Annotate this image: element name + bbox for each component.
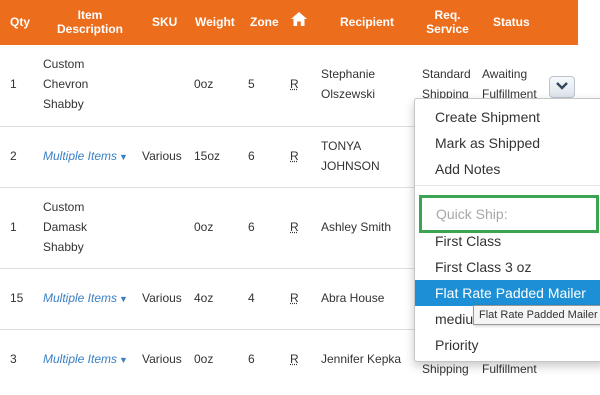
status-cell: Fulfillment	[482, 362, 537, 376]
multiple-items-link[interactable]: Multiple Items ▼	[43, 349, 128, 370]
sku-cell: Various	[142, 291, 182, 305]
recipient-cell: Jennifer Kepka	[321, 352, 402, 366]
menu-divider	[415, 185, 600, 186]
residential-flag[interactable]: R	[290, 74, 299, 94]
qty-cell: 3	[10, 352, 17, 366]
chevron-down-icon	[556, 82, 568, 90]
col-req-label-1: Req.	[434, 8, 461, 22]
qty-cell: 1	[10, 77, 17, 91]
row-actions-button[interactable]	[549, 76, 575, 98]
qty-cell: 2	[10, 149, 17, 163]
residential-flag[interactable]: R	[290, 217, 299, 237]
col-weight: Weight	[195, 15, 235, 29]
weight-cell: 15oz	[194, 149, 221, 163]
caret-down-icon: ▼	[119, 355, 128, 365]
multiple-items-link[interactable]: Multiple Items ▼	[43, 146, 128, 167]
recipient-line: Stephanie	[321, 67, 376, 81]
caret-down-icon: ▼	[119, 152, 128, 162]
multiple-items-label: Multiple Items	[43, 291, 118, 305]
description-line: Custom	[43, 57, 85, 71]
col-req-label-2: Service	[426, 22, 469, 36]
recipient-line: JOHNSON	[321, 159, 380, 173]
recipient-cell: Abra House	[321, 291, 385, 305]
create-shipment-item[interactable]: Create Shipment	[415, 104, 600, 130]
recipient-cell: Ashley Smith	[321, 220, 392, 234]
description-line: Shabby	[43, 97, 84, 111]
col-sku: SKU	[152, 15, 178, 29]
weight-cell: 0oz	[194, 77, 214, 91]
col-req-service: Req. Service	[425, 8, 470, 36]
description-cell: Custom Chevron Shabby	[43, 54, 88, 114]
residential-flag[interactable]: R	[290, 349, 299, 369]
multiple-items-link[interactable]: Multiple Items ▼	[43, 288, 128, 309]
sku-cell: Various	[142, 352, 182, 366]
qty-cell: 1	[10, 220, 17, 234]
multiple-items-label: Multiple Items	[43, 149, 118, 163]
weight-cell: 4oz	[194, 291, 214, 305]
description-line: Damask	[43, 220, 88, 234]
recipient-line: TONYA	[321, 139, 362, 153]
service-cell: Shipping	[422, 362, 469, 376]
add-notes-item[interactable]: Add Notes	[415, 156, 600, 182]
zone-cell: 6	[248, 220, 255, 234]
zone-cell: 6	[248, 149, 255, 163]
tooltip: Flat Rate Padded Mailer	[473, 305, 600, 325]
col-item-label-2: Description	[56, 22, 123, 36]
col-recipient: Recipient	[340, 15, 395, 29]
zone-cell: 4	[248, 291, 255, 305]
col-zone: Zone	[250, 15, 279, 29]
home-icon	[291, 12, 307, 26]
table-header: Qty Item Description SKU Weight Zone Rec…	[0, 0, 578, 45]
col-qty: Qty	[10, 15, 31, 29]
multiple-items-label: Multiple Items	[43, 352, 118, 366]
flat-rate-padded-mailer-item[interactable]: Flat Rate Padded Mailer	[415, 280, 600, 306]
priority-item[interactable]: Priority	[415, 332, 600, 358]
weight-cell: 0oz	[194, 352, 214, 366]
description-line: Custom	[43, 200, 85, 214]
sku-cell: Various	[142, 149, 182, 163]
weight-cell: 0oz	[194, 220, 214, 234]
residential-flag[interactable]: R	[290, 288, 299, 308]
description-line: Chevron	[43, 77, 89, 91]
col-item-description: Item Description	[55, 8, 125, 36]
description-cell: Custom Damask Shabby	[43, 197, 87, 257]
col-status: Status	[493, 15, 530, 29]
mark-as-shipped-item[interactable]: Mark as Shipped	[415, 130, 600, 156]
qty-cell: 15	[10, 291, 24, 305]
first-class-3oz-item[interactable]: First Class 3 oz	[415, 254, 600, 280]
recipient-cell: Stephanie Olszewski	[321, 64, 375, 104]
zone-cell: 5	[248, 77, 255, 91]
first-class-item[interactable]: First Class	[415, 228, 600, 254]
caret-down-icon: ▼	[119, 294, 128, 304]
status-line: Awaiting	[482, 67, 528, 81]
recipient-line: Olszewski	[321, 87, 376, 101]
col-item-label-1: Item	[77, 8, 103, 22]
description-line: Shabby	[43, 240, 84, 254]
residential-flag[interactable]: R	[290, 146, 299, 166]
zone-cell: 6	[248, 352, 255, 366]
service-line: Standard	[422, 67, 471, 81]
recipient-cell: TONYA JOHNSON	[321, 136, 380, 176]
